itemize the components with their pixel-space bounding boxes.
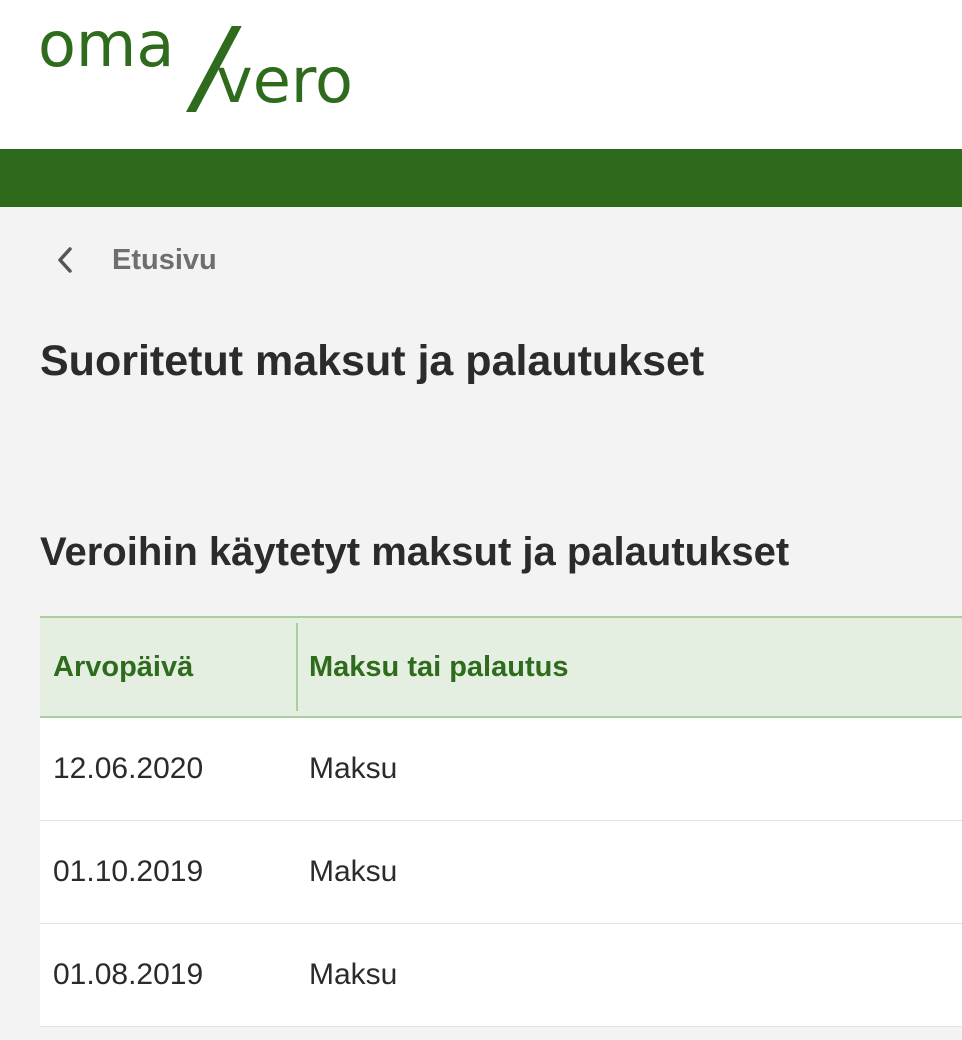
column-header-type[interactable]: Maksu tai palautus — [309, 651, 568, 684]
column-header-date[interactable]: Arvopäivä — [40, 651, 296, 684]
row-type: Maksu — [309, 752, 398, 785]
navigation-bar — [0, 149, 962, 207]
logo-text-vero: vero — [216, 44, 353, 117]
site-header: oma vero — [0, 0, 962, 149]
row-date: 01.10.2019 — [53, 855, 204, 888]
row-date: 12.06.2020 — [53, 752, 204, 785]
row-type: Maksu — [309, 958, 398, 991]
breadcrumb-back-link[interactable]: Etusivu — [52, 238, 217, 282]
omavero-logo[interactable]: oma vero — [38, 12, 388, 112]
table-row: 01.10.2019 Maksu — [40, 821, 962, 924]
payments-table: Arvopäivä Maksu tai palautus 12.06.2020 … — [40, 616, 962, 1027]
section-title: Veroihin käytetyt maksut ja palautukset — [40, 530, 790, 574]
page-title: Suoritetut maksut ja palautukset — [40, 337, 705, 385]
chevron-left-icon — [52, 247, 78, 273]
table-row: 01.08.2019 Maksu — [40, 924, 962, 1027]
column-divider — [296, 623, 298, 711]
row-date: 01.08.2019 — [53, 958, 204, 991]
breadcrumb-label[interactable]: Etusivu — [112, 244, 217, 277]
logo-text-oma: oma — [38, 8, 175, 81]
row-type: Maksu — [309, 855, 398, 888]
table-header: Arvopäivä Maksu tai palautus — [40, 616, 962, 718]
table-row: 12.06.2020 Maksu — [40, 718, 962, 821]
